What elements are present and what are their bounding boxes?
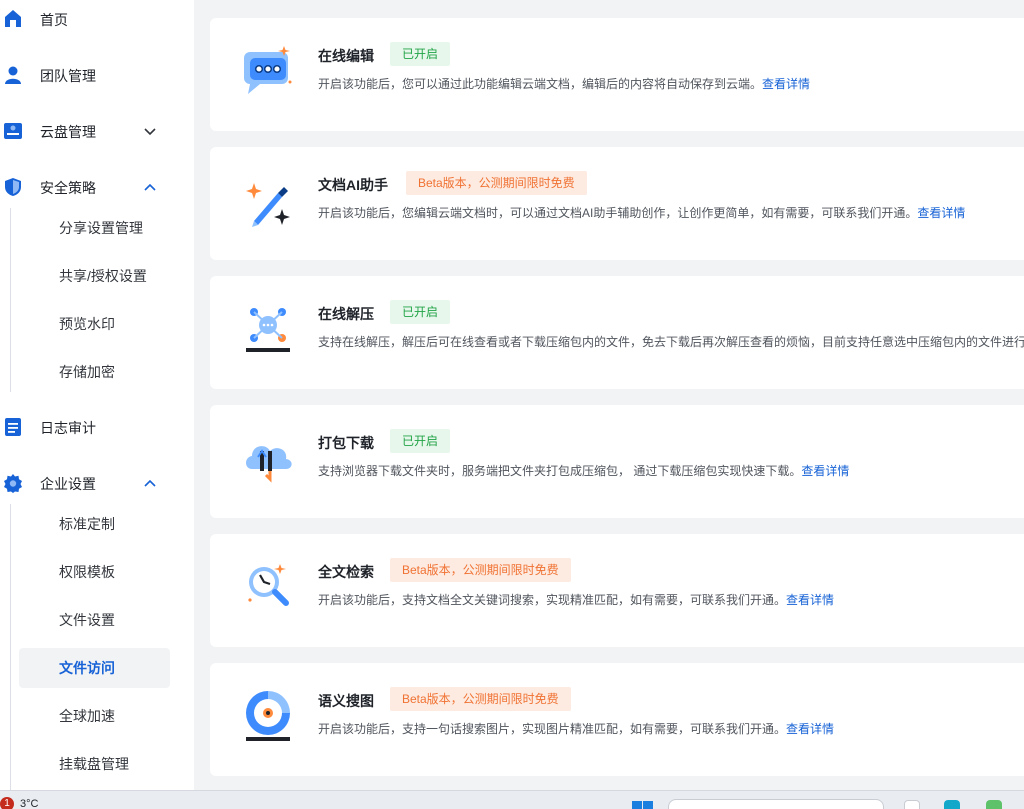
unzip-icon: [246, 308, 290, 352]
status-badge: 已开启: [390, 42, 451, 66]
sidebar-subitem-global-acceleration[interactable]: 全球加速: [19, 696, 170, 736]
fulltext-search-icon: [248, 564, 289, 606]
online-edit-icon: [244, 46, 292, 94]
sidebar-subitem-file-settings[interactable]: 文件设置: [19, 600, 170, 640]
status-badge: 已开启: [390, 429, 451, 453]
sidebar-item-label: 日志审计: [40, 420, 96, 436]
status-badge: Beta版本，公测期间限时免费: [390, 687, 571, 711]
os-taskbar: 1 3°C: [0, 790, 1024, 809]
status-badge: 已开启: [390, 300, 451, 324]
cloud-drive-icon: [4, 123, 22, 139]
feature-card-package-download: 打包下载 已开启 支持浏览器下载文件夹时，服务端把文件夹打包成压缩包， 通过下载…: [210, 405, 1024, 518]
shield-icon: [5, 178, 21, 196]
notification-badge[interactable]: 1: [0, 797, 14, 809]
view-details-link[interactable]: 查看详情: [917, 206, 965, 220]
sidebar-subitem-share-settings[interactable]: 分享设置管理: [19, 208, 170, 248]
feature-title: 在线编辑: [318, 48, 374, 64]
semantic-image-search-icon: [246, 691, 290, 741]
feature-card-online-unzip: 在线解压 已开启 支持在线解压，解压后可在线查看或者下载压缩包内的文件，免去下载…: [210, 276, 1024, 389]
feature-card-ai-assistant: 文档AI助手 Beta版本，公测期间限时免费 开启该功能后，您编辑云端文档时，可…: [210, 147, 1024, 260]
feature-title: 文档AI助手: [318, 177, 388, 193]
weather-widget[interactable]: 3°C: [20, 798, 38, 809]
feature-title: 在线解压: [318, 306, 374, 322]
sidebar-item-label: 安全策略: [40, 180, 96, 196]
status-badge: Beta版本，公测期间限时免费: [406, 171, 587, 195]
feature-description: 开启该功能后，支持文档全文关键词搜索，实现精准匹配，如有需要，可联系我们开通。查…: [318, 593, 835, 607]
sidebar-item-label: 首页: [40, 12, 68, 28]
sidebar-item-security[interactable]: 安全策略: [0, 168, 194, 208]
feature-description: 开启该功能后，支持一句话搜索图片，实现图片精准匹配，如有需要，可联系我们开通。查…: [318, 722, 835, 736]
sidebar-item-label: 团队管理: [40, 68, 96, 84]
chevron-up-icon[interactable]: [143, 476, 157, 490]
sidebar-subitem-storage-encryption[interactable]: 存储加密: [19, 352, 170, 392]
sidebar-subitem-standard-custom[interactable]: 标准定制: [19, 504, 170, 544]
ai-assistant-icon: [246, 183, 290, 227]
submenu-guide-line: [10, 208, 11, 392]
chevron-down-icon[interactable]: [143, 124, 157, 138]
taskbar-search-box[interactable]: [668, 799, 884, 809]
sidebar-subitem-mount-drive[interactable]: 挂载盘管理: [19, 744, 170, 784]
chevron-up-icon[interactable]: [143, 180, 157, 194]
package-download-icon: [246, 446, 292, 483]
windows-start-icon[interactable]: [632, 801, 654, 809]
sidebar-subitem-permission-template[interactable]: 权限模板: [19, 552, 170, 592]
feature-description: 开启该功能后，您可以通过此功能编辑云端文档，编辑后的内容将自动保存到云端。查看详…: [318, 77, 811, 91]
sidebar-item-home[interactable]: 首页: [0, 0, 194, 40]
taskbar-app-icon[interactable]: [904, 800, 920, 809]
main-content: 在线编辑 已开启 开启该功能后，您可以通过此功能编辑云端文档，编辑后的内容将自动…: [194, 0, 1024, 790]
feature-card-semantic-image-search: 语义搜图 Beta版本，公测期间限时免费 开启该功能后，支持一句话搜索图片，实现…: [210, 663, 1024, 776]
view-details-link[interactable]: 查看详情: [786, 722, 834, 736]
team-icon: [5, 66, 21, 84]
home-icon: [5, 10, 21, 27]
sidebar-subitem-preview-watermark[interactable]: 预览水印: [19, 304, 170, 344]
sidebar-item-label: 云盘管理: [40, 124, 96, 140]
gear-icon: [4, 474, 22, 493]
sidebar-item-label: 企业设置: [40, 476, 96, 492]
taskbar-app-icon[interactable]: [986, 800, 1002, 809]
sidebar-item-enterprise-settings[interactable]: 企业设置: [0, 464, 194, 504]
feature-title: 打包下载: [318, 435, 374, 451]
taskbar-app-icon[interactable]: [944, 800, 960, 809]
sidebar-item-team[interactable]: 团队管理: [0, 56, 194, 96]
feature-title: 语义搜图: [318, 693, 374, 709]
sidebar-item-cloud-drive[interactable]: 云盘管理: [0, 112, 194, 152]
feature-description: 支持浏览器下载文件夹时，服务端把文件夹打包成压缩包， 通过下载压缩包实现快速下载…: [318, 464, 850, 478]
feature-description: 开启该功能后，您编辑云端文档时，可以通过文档AI助手辅助创作，让创作更简单，如有…: [318, 206, 966, 220]
sidebar-subitem-share-auth[interactable]: 共享/授权设置: [19, 256, 170, 296]
view-details-link[interactable]: 查看详情: [801, 464, 849, 478]
sidebar: 首页 团队管理 云盘管理 安全策略 分享设置管理 共享/授权设置 预览水印 存储…: [0, 0, 194, 790]
status-badge: Beta版本，公测期间限时免费: [390, 558, 571, 582]
feature-card-online-edit: 在线编辑 已开启 开启该功能后，您可以通过此功能编辑云端文档，编辑后的内容将自动…: [210, 18, 1024, 131]
view-details-link[interactable]: 查看详情: [762, 77, 810, 91]
feature-title: 全文检索: [318, 564, 374, 580]
log-icon: [5, 418, 21, 436]
feature-description: 支持在线解压，解压后可在线查看或者下载压缩包内的文件，免去下载后再次解压查看的烦…: [318, 335, 1024, 349]
submenu-guide-line: [10, 504, 11, 790]
feature-card-fulltext-search: 全文检索 Beta版本，公测期间限时免费 开启该功能后，支持文档全文关键词搜索，…: [210, 534, 1024, 647]
sidebar-item-log-audit[interactable]: 日志审计: [0, 408, 194, 448]
view-details-link[interactable]: 查看详情: [786, 593, 834, 607]
sidebar-subitem-file-access[interactable]: 文件访问: [19, 648, 170, 688]
